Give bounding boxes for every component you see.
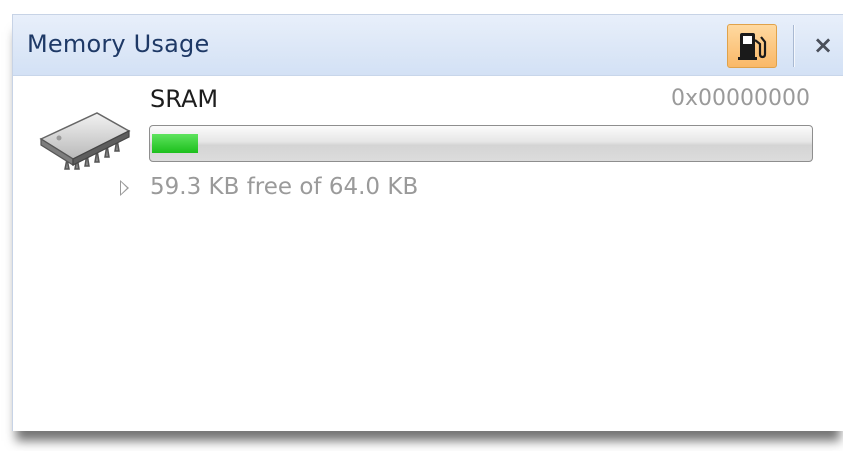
memory-free-text: 59.3 KB free of 64.0 KB — [150, 174, 419, 200]
memory-name: SRAM — [150, 85, 219, 113]
memory-address: 0x00000000 — [671, 86, 810, 111]
memory-usage-panel: Memory Usage × SRAM 0x00000000 59.3 KB f… — [12, 14, 843, 431]
memory-usage-bar-fill — [152, 134, 199, 153]
fuel-toggle-button[interactable] — [727, 24, 777, 68]
close-button[interactable]: × — [809, 28, 837, 62]
panel-titlebar: Memory Usage × — [13, 15, 843, 76]
toolbar-separator — [793, 25, 794, 67]
memory-chip-icon — [39, 112, 131, 170]
fuel-pump-icon — [738, 33, 767, 60]
expand-triangle-icon[interactable] — [120, 180, 129, 196]
memory-usage-bar — [149, 125, 813, 162]
close-icon: × — [812, 31, 834, 59]
panel-title: Memory Usage — [27, 30, 210, 58]
